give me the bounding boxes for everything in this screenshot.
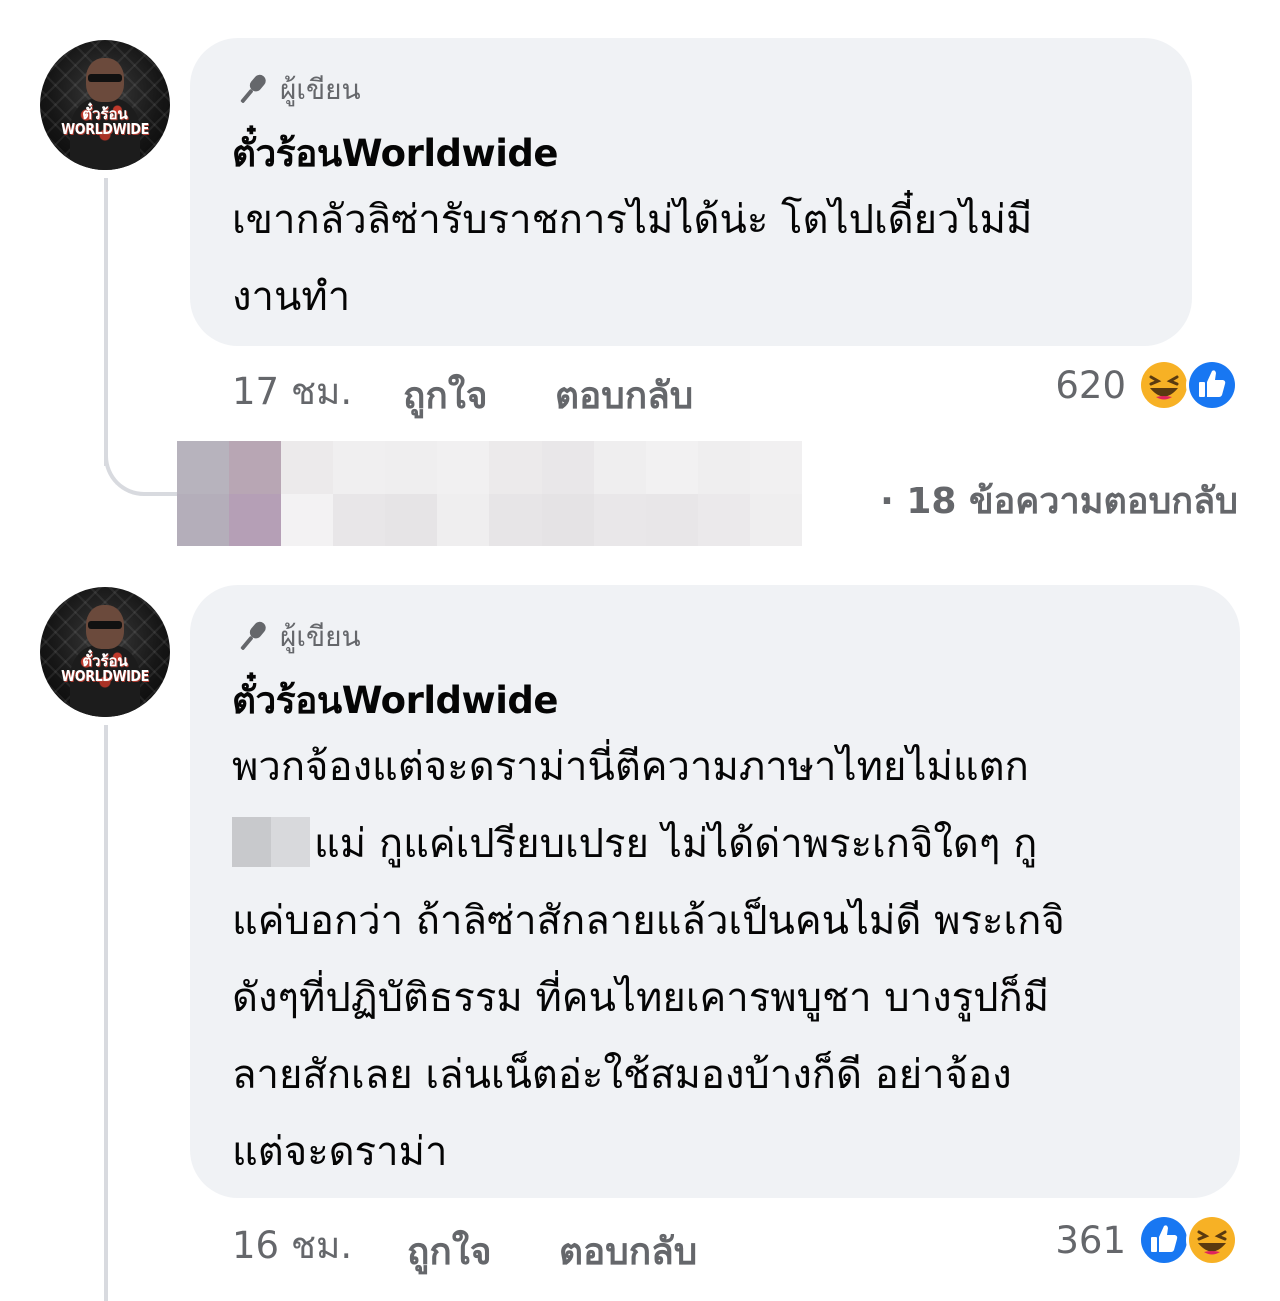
comment-line: แต่จะดราม่า [232, 1129, 448, 1175]
thread-line-curve [104, 440, 180, 496]
reply-button[interactable]: ตอบกลับ [559, 1222, 697, 1281]
microphone-icon [240, 621, 266, 650]
avatar-logo-text: WORLDWIDE [61, 120, 149, 138]
comment-text: พวกจ้องแต่จะดราม่านี่ตีความภาษาไทยไม่แตก… [232, 729, 1065, 1191]
comment-line: ดังๆที่ปฏิบัติธรรม ที่คนไทยเคารพบูชา บาง… [232, 975, 1050, 1021]
author-badge: ผู้เขียน [280, 73, 361, 106]
microphone-icon [240, 74, 266, 103]
comment-line: แม่ กูแค่เปรียบเปรย ไม่ได้ด่าพระเกจิใดๆ … [232, 806, 1065, 883]
reply-button[interactable]: ตอบกลับ [555, 366, 693, 425]
like-button[interactable]: ถูกใจ [403, 366, 488, 425]
author-badge-row: ผู้เขียน [232, 615, 361, 659]
comment-timestamp[interactable]: 17 ชม. [232, 362, 352, 421]
thread-line [104, 178, 108, 466]
haha-icon [1186, 1214, 1238, 1266]
blurred-reply-preview[interactable] [177, 441, 802, 546]
reactions-summary[interactable]: 620 [1055, 357, 1240, 413]
reaction-count: 620 [1055, 363, 1126, 407]
censored-word [232, 817, 310, 867]
avatar-glasses [88, 621, 122, 629]
reactions-summary[interactable]: 361 [1055, 1212, 1240, 1268]
comment-bubble: ผู้เขียน ตั๋วร้อนWorldwide พวกจ้องแต่จะด… [190, 585, 1240, 1198]
comment-line: งานทำ [232, 274, 351, 320]
thread-line [104, 725, 108, 1301]
avatar-glasses [88, 74, 122, 82]
author-avatar[interactable]: ตั๋วร้อน WORLDWIDE [40, 587, 170, 717]
comment-line: ลายสักเลย เล่นเน็ตอ่ะใช้สมองบ้างก็ดี อย่… [232, 1052, 1012, 1098]
like-button[interactable]: ถูกใจ [407, 1222, 492, 1281]
author-name[interactable]: ตั๋วร้อนWorldwide [232, 671, 558, 730]
comment-line: พวกจ้องแต่จะดราม่านี่ตีความภาษาไทยไม่แตก [232, 744, 1029, 790]
comment-timestamp[interactable]: 16 ชม. [232, 1216, 352, 1275]
comment-line: เขากลัวลิซ่ารับราชการไม่ได้น่ะ โตไปเดี๋ย… [232, 197, 1033, 243]
comment-line: แค่บอกว่า ถ้าลิซ่าสักลายแล้วเป็นคนไม่ดี … [232, 898, 1065, 944]
comment-line-text: แม่ กูแค่เปรียบเปรย ไม่ได้ด่าพระเกจิใดๆ … [314, 821, 1038, 867]
comment-bubble: ผู้เขียน ตั๋วร้อนWorldwide เขากลัวลิซ่าร… [190, 38, 1192, 346]
avatar-logo-text: WORLDWIDE [61, 667, 149, 685]
view-replies-link[interactable]: · 18 ข้อความตอบกลับ [880, 472, 1238, 529]
comment-text: เขากลัวลิซ่ารับราชการไม่ได้น่ะ โตไปเดี๋ย… [232, 182, 1032, 336]
author-badge: ผู้เขียน [280, 620, 361, 653]
author-name[interactable]: ตั๋วร้อนWorldwide [232, 124, 558, 183]
reaction-count: 361 [1055, 1218, 1126, 1262]
like-icon [1186, 359, 1238, 411]
author-badge-row: ผู้เขียน [232, 68, 361, 112]
author-avatar[interactable]: ตั๋วร้อน WORLDWIDE [40, 40, 170, 170]
